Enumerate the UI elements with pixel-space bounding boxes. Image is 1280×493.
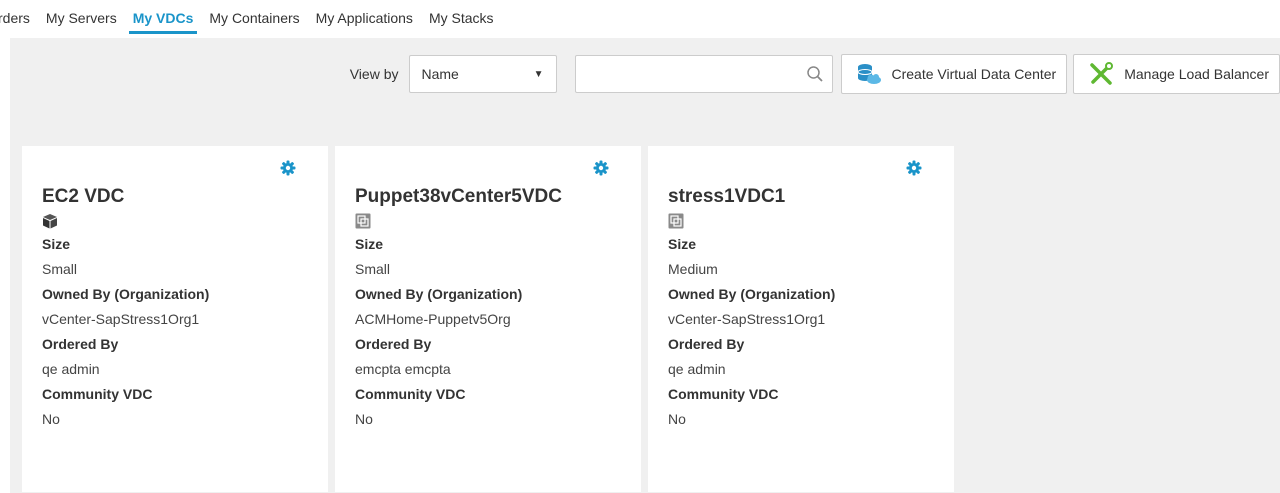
community-vdc-value: No (355, 411, 373, 427)
tab-my-vdcs[interactable]: My VDCs (128, 10, 198, 34)
size-label: Size (355, 236, 384, 252)
caret-down-icon: ▼ (533, 68, 544, 80)
community-vdc-value: No (668, 411, 686, 427)
size-label: Size (42, 236, 71, 252)
size-value: Small (42, 261, 78, 277)
owned-by-label: Owned By (Organization) (355, 286, 523, 302)
vcenter-icon (668, 213, 684, 229)
size-label: Size (668, 236, 697, 252)
vcenter-icon (355, 213, 371, 229)
vdc-name[interactable]: stress1VDC1 (668, 186, 944, 208)
ordered-by-label: Ordered By (355, 336, 432, 352)
view-by-selected-value: Name (421, 66, 459, 82)
tab-my-applications[interactable]: My Applications (316, 10, 413, 34)
cube-icon (43, 214, 57, 229)
toolbar: View by Name ▼ Create Virtual Data Cente… (350, 54, 1280, 94)
tab-my-servers[interactable]: My Servers (46, 10, 117, 34)
top-tab-bar: rders My Servers My VDCs My Containers M… (0, 0, 1280, 38)
search-input[interactable] (581, 62, 802, 86)
ordered-by-value: qe admin (42, 361, 100, 377)
owned-by-value: ACMHome-Puppetv5Org (355, 311, 511, 327)
gear-icon[interactable] (280, 160, 296, 176)
ordered-by-label: Ordered By (668, 336, 745, 352)
vdc-card[interactable]: stress1VDC1 Size Medium Owned By (Organi… (648, 146, 954, 492)
manage-load-balancer-button[interactable]: Manage Load Balancer (1073, 54, 1280, 94)
tab-my-stacks[interactable]: My Stacks (429, 10, 494, 34)
tab-my-containers[interactable]: My Containers (209, 10, 299, 34)
size-value: Medium (668, 261, 718, 277)
owned-by-value: vCenter-SapStress1Org1 (668, 311, 826, 327)
community-vdc-label: Community VDC (668, 386, 779, 402)
vdc-card[interactable]: Puppet38vCenter5VDC Size Small Owned By … (335, 146, 641, 492)
database-cloud-icon (856, 62, 882, 86)
ordered-by-value: emcpta emcpta (355, 361, 451, 377)
create-virtual-data-center-label: Create Virtual Data Center (891, 66, 1057, 82)
vdc-name[interactable]: Puppet38vCenter5VDC (355, 186, 631, 208)
vdc-card[interactable]: EC2 VDC Size Small Owned By (Organizatio… (22, 146, 328, 492)
vdc-name[interactable]: EC2 VDC (42, 186, 318, 208)
gear-icon[interactable] (906, 160, 922, 176)
view-by-select[interactable]: Name ▼ (408, 55, 557, 93)
owned-by-label: Owned By (Organization) (42, 286, 210, 302)
size-value: Small (355, 261, 391, 277)
owned-by-label: Owned By (Organization) (668, 286, 836, 302)
community-vdc-label: Community VDC (42, 386, 153, 402)
content-area: View by Name ▼ Create Virtual Data Cente… (10, 38, 1280, 493)
community-vdc-label: Community VDC (355, 386, 466, 402)
gear-icon[interactable] (593, 160, 609, 176)
manage-load-balancer-label: Manage Load Balancer (1124, 66, 1269, 82)
search-icon[interactable] (806, 65, 824, 83)
view-by-label: View by (349, 66, 399, 82)
create-virtual-data-center-button[interactable]: Create Virtual Data Center (840, 54, 1068, 94)
search-box[interactable] (574, 55, 833, 93)
owned-by-value: vCenter-SapStress1Org1 (42, 311, 200, 327)
ordered-by-value: qe admin (668, 361, 726, 377)
ordered-by-label: Ordered By (42, 336, 119, 352)
community-vdc-value: No (42, 411, 60, 427)
tools-icon (1088, 62, 1114, 86)
tab-orders[interactable]: rders (0, 10, 30, 34)
